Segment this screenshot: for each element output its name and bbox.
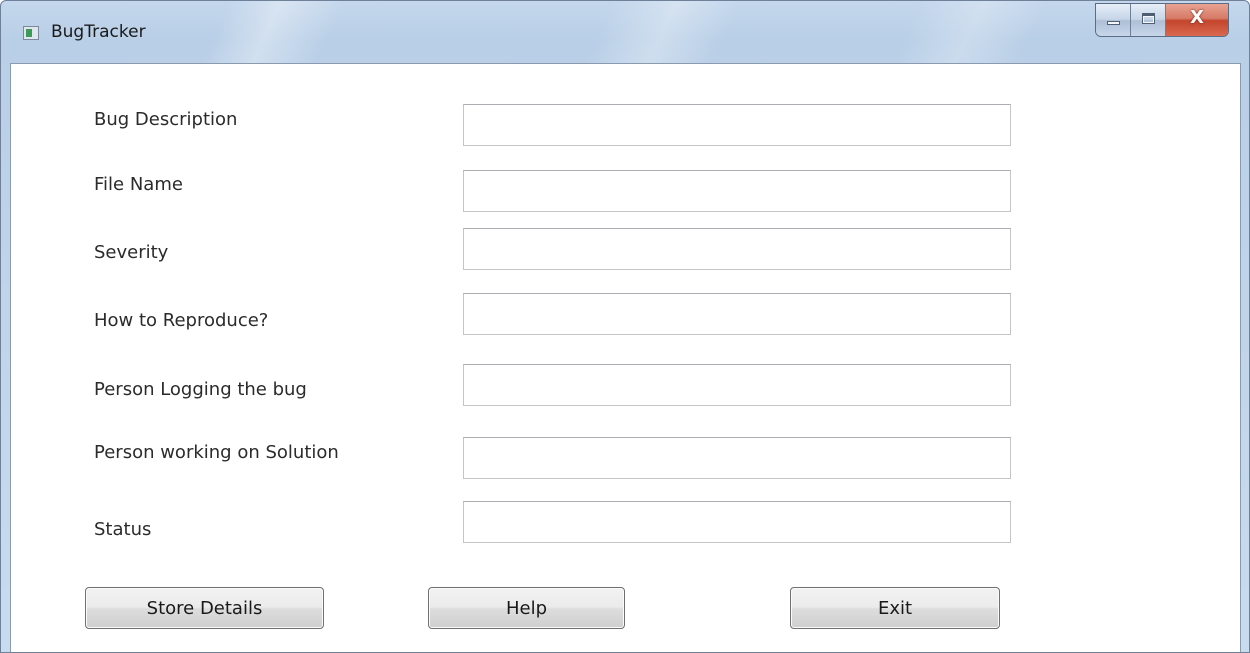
- bug-description-input[interactable]: [463, 104, 1011, 146]
- exit-button[interactable]: Exit: [790, 587, 1000, 629]
- minimize-button[interactable]: [1096, 4, 1131, 36]
- person-logging-input[interactable]: [463, 364, 1011, 406]
- maximize-button[interactable]: [1131, 4, 1166, 36]
- how-to-reproduce-input[interactable]: [463, 293, 1011, 335]
- store-details-button[interactable]: Store Details: [85, 587, 324, 629]
- window-controls: X: [1095, 3, 1229, 37]
- status-input[interactable]: [463, 501, 1011, 543]
- form-area: Bug Description File Name Severity How t…: [10, 63, 1241, 652]
- person-working-label: Person working on Solution: [94, 442, 339, 463]
- status-label: Status: [94, 519, 152, 540]
- help-button[interactable]: Help: [428, 587, 625, 629]
- severity-label: Severity: [94, 242, 169, 263]
- severity-input[interactable]: [463, 228, 1011, 270]
- close-icon: X: [1190, 7, 1204, 28]
- bug-description-label: Bug Description: [94, 109, 238, 130]
- close-button[interactable]: X: [1166, 4, 1228, 36]
- title-bar[interactable]: BugTracker X: [1, 1, 1249, 63]
- file-name-input[interactable]: [463, 170, 1011, 212]
- app-window: BugTracker X Bug Description File Name S…: [0, 0, 1250, 653]
- app-icon: [23, 26, 39, 40]
- how-to-reproduce-label: How to Reproduce?: [94, 310, 269, 331]
- person-logging-label: Person Logging the bug: [94, 379, 307, 400]
- window-title: BugTracker: [51, 22, 146, 42]
- maximize-icon: [1142, 13, 1155, 24]
- minimize-icon: [1107, 21, 1120, 25]
- person-working-input[interactable]: [463, 437, 1011, 479]
- file-name-label: File Name: [94, 174, 183, 195]
